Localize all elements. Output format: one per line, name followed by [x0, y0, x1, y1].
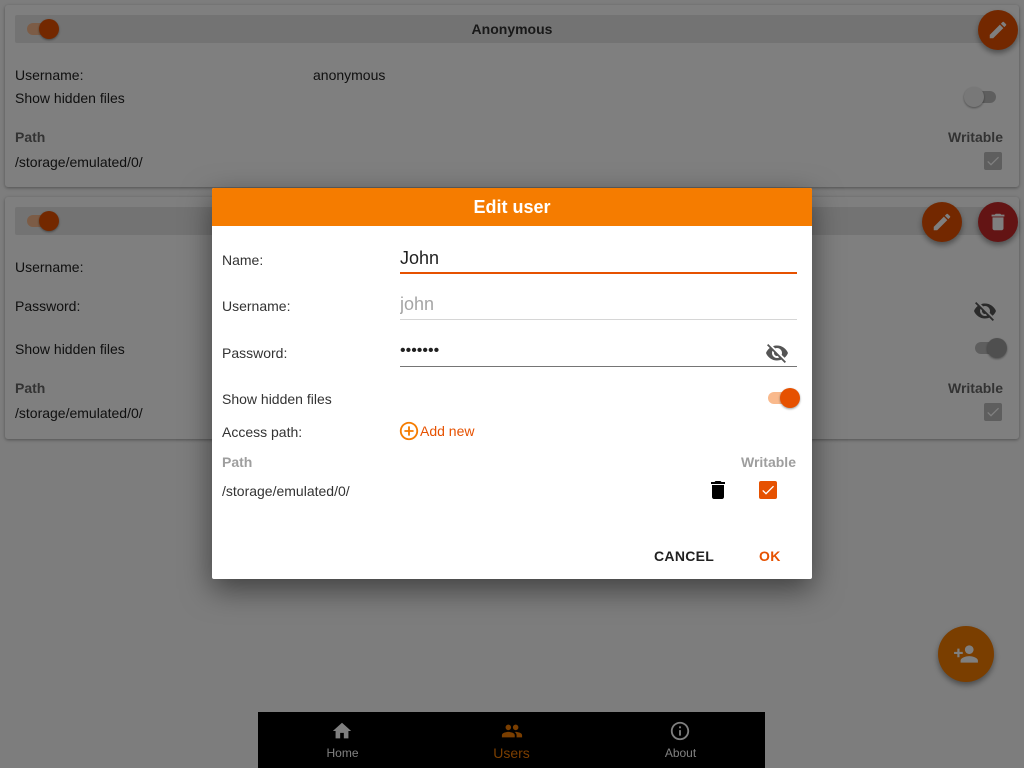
check-icon: [762, 485, 774, 495]
eye-off-icon[interactable]: [765, 341, 789, 370]
path-writable-checkbox[interactable]: [759, 481, 777, 499]
ok-button[interactable]: OK: [759, 548, 781, 564]
name-input[interactable]: [400, 244, 797, 272]
delete-path-button[interactable]: [706, 478, 730, 502]
password-input[interactable]: [400, 337, 797, 365]
trash-icon: [711, 481, 725, 499]
username-input-field: [400, 290, 797, 320]
password-input-field: [400, 337, 797, 367]
path-row: /storage/emulated/0/: [212, 476, 812, 504]
show-hidden-switch[interactable]: [766, 386, 800, 410]
name-input-field: [400, 244, 797, 274]
path-value: /storage/emulated/0/: [222, 483, 350, 499]
dialog-title: Edit user: [212, 188, 812, 226]
add-new-label: Add new: [420, 423, 475, 439]
writable-header: Writable: [741, 454, 796, 470]
show-hidden-label: Show hidden files: [222, 391, 332, 407]
access-path-label: Access path:: [222, 424, 303, 440]
username-input[interactable]: [400, 290, 797, 318]
edit-user-dialog: Edit user Name: Username: Password: Show…: [212, 188, 812, 579]
add-new-path-button[interactable]: Add new: [398, 420, 488, 442]
password-label: Password:: [222, 345, 288, 361]
path-header: Path: [222, 454, 253, 470]
username-label: Username:: [222, 298, 291, 314]
add-circle-icon: [399, 421, 419, 441]
name-label: Name:: [222, 252, 264, 268]
cancel-button[interactable]: CANCEL: [654, 548, 714, 564]
